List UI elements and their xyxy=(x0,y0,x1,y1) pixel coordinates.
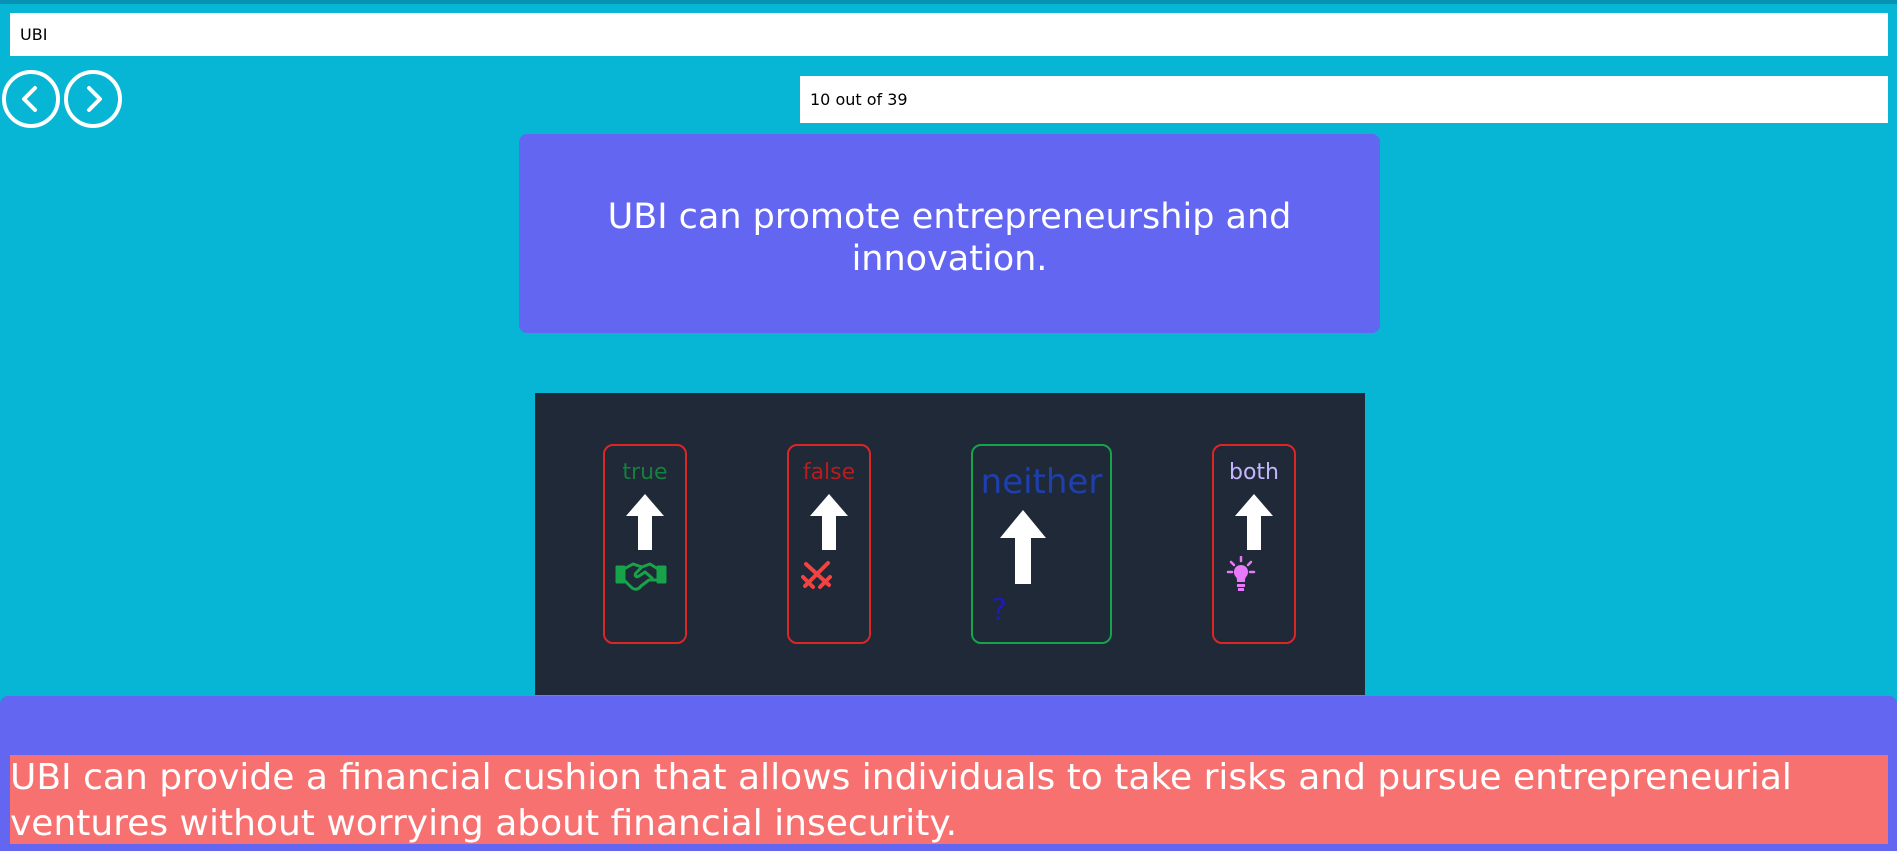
progress-counter: 10 out of 39 xyxy=(800,76,1888,123)
lightbulb-icon xyxy=(1226,556,1256,591)
up-arrow-icon xyxy=(1235,494,1273,550)
choice-true-button[interactable]: true xyxy=(603,444,687,644)
handshake-icon xyxy=(615,562,667,591)
choice-neither-label: neither xyxy=(980,462,1103,502)
up-arrow-icon xyxy=(1000,510,1046,584)
chevron-left-icon xyxy=(22,86,37,112)
statement-card: UBI can promote entrepreneurship and inn… xyxy=(519,134,1380,333)
choice-panel: true false neither ? both xyxy=(535,393,1365,695)
next-button[interactable] xyxy=(64,70,122,128)
progress-counter-text: 10 out of 39 xyxy=(810,90,908,109)
up-arrow-icon xyxy=(626,494,664,550)
choice-both-label: both xyxy=(1229,460,1279,485)
crossed-swords-icon xyxy=(801,561,832,589)
choice-true-label: true xyxy=(622,460,668,485)
up-arrow-icon xyxy=(810,494,848,550)
choice-neither-button[interactable]: neither ? xyxy=(971,444,1112,644)
topic-input[interactable] xyxy=(10,13,1888,56)
choice-both-button[interactable]: both xyxy=(1212,444,1296,644)
previous-button[interactable] xyxy=(2,70,60,128)
chevron-right-icon xyxy=(87,86,102,112)
question-mark-icon: ? xyxy=(991,593,1007,628)
choice-false-label: false xyxy=(802,460,856,485)
statement-text: UBI can promote entrepreneurship and inn… xyxy=(607,197,1292,279)
top-border xyxy=(0,0,1897,4)
explanation-text: UBI can provide a financial cushion that… xyxy=(10,755,1888,844)
choice-false-button[interactable]: false xyxy=(787,444,871,644)
